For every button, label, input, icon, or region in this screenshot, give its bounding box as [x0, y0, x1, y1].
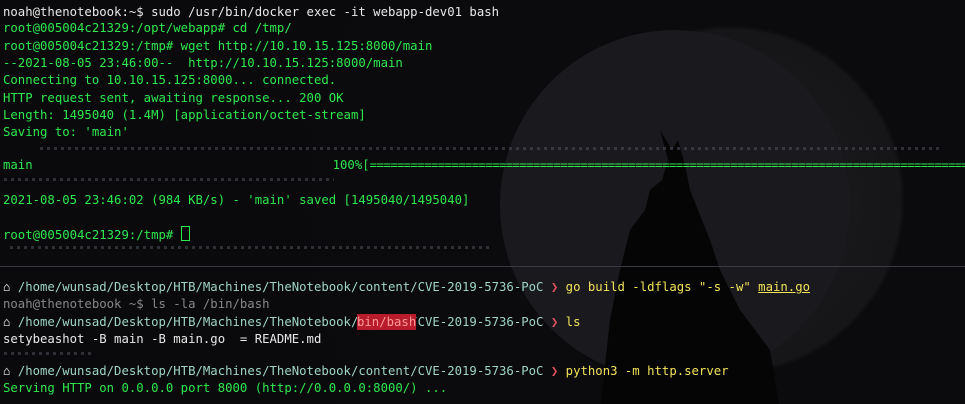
progress-bar-fill: ========================================…: [369, 158, 965, 172]
prompt-arrow-icon: ❯: [543, 315, 566, 329]
render-artifact: [10, 246, 490, 249]
prompt-arrow-icon: ❯: [543, 280, 566, 294]
terminal-line-http-server: ⌂ /home/wunsad/Desktop/HTB/Machines/TheN…: [3, 363, 729, 379]
terminal-line-wget-url: --2021-08-05 23:46:00-- http://10.10.15.…: [3, 56, 403, 70]
terminal-line-prompt[interactable]: root@005004c21329:/tmp#: [3, 226, 190, 243]
prompt-path: /home/wunsad/Desktop/HTB/Machines/TheNot…: [17, 364, 544, 378]
prompt-icon: ⌂: [3, 280, 18, 294]
terminal-line-docker-exec: noah@thenotebook:~$ sudo /usr/bin/docker…: [3, 5, 500, 19]
terminal-line-ls-output: setybeashot -B main -B main.go = README.…: [3, 332, 322, 346]
terminal-line-connecting: Connecting to 10.10.15.125:8000... conne…: [3, 73, 337, 87]
command-text: python3 -m http.server: [565, 364, 729, 378]
terminal-line-length: Length: 1495040 (1.4M) [application/octe…: [3, 108, 366, 122]
prompt-path: /home/wunsad/Desktop/HTB/Machines/TheNot…: [17, 280, 544, 294]
progress-percent: 100%[: [332, 158, 370, 172]
command-text: go build -ldflags "-s -w": [565, 280, 759, 294]
prompt-text: root@005004c21329:/tmp#: [3, 228, 181, 242]
terminal-line-saving: Saving to: 'main': [3, 125, 129, 139]
render-artifact: [4, 352, 94, 355]
command-text: ls: [565, 315, 581, 329]
terminal-cursor: [180, 226, 190, 241]
progress-label: main: [3, 158, 33, 172]
prompt-arrow-icon: ❯: [543, 364, 566, 378]
terminal-line-progress: main 100%[===============================…: [3, 157, 965, 173]
terminal-line-cd: root@005004c21329:/opt/webapp# cd /tmp/: [3, 21, 292, 35]
render-artifact: [4, 178, 334, 181]
terminal-line-serving: Serving HTTP on 0.0.0.0 port 8000 (http:…: [3, 381, 448, 395]
pane-divider: [0, 266, 965, 267]
terminal-line-http-sent: HTTP request sent, awaiting response... …: [3, 91, 344, 105]
prompt-icon: ⌂: [3, 315, 18, 329]
prompt-icon: ⌂: [3, 364, 18, 378]
prompt-path: /home/wunsad/Desktop/HTB/Machines/TheNot…: [17, 315, 544, 329]
render-artifact: [40, 147, 940, 150]
command-file: main.go: [758, 280, 810, 294]
terminal-line-wget: root@005004c21329:/tmp# wget http://10.1…: [3, 39, 433, 53]
highlighted-text: bin/bash: [357, 314, 417, 330]
terminal-line-saved: 2021-08-05 23:46:02 (984 KB/s) - 'main' …: [3, 193, 470, 207]
terminal-line-ls: ⌂ /home/wunsad/Desktop/HTB/Machines/TheN…: [3, 314, 580, 330]
terminal-line-go-build: ⌂ /home/wunsad/Desktop/HTB/Machines/TheN…: [3, 279, 810, 295]
terminal-window[interactable]: noah@thenotebook:~$ sudo /usr/bin/docker…: [0, 0, 965, 404]
terminal-line-overlap: noah@thenotebook ~$ ls -la /bin/bash: [3, 297, 270, 311]
